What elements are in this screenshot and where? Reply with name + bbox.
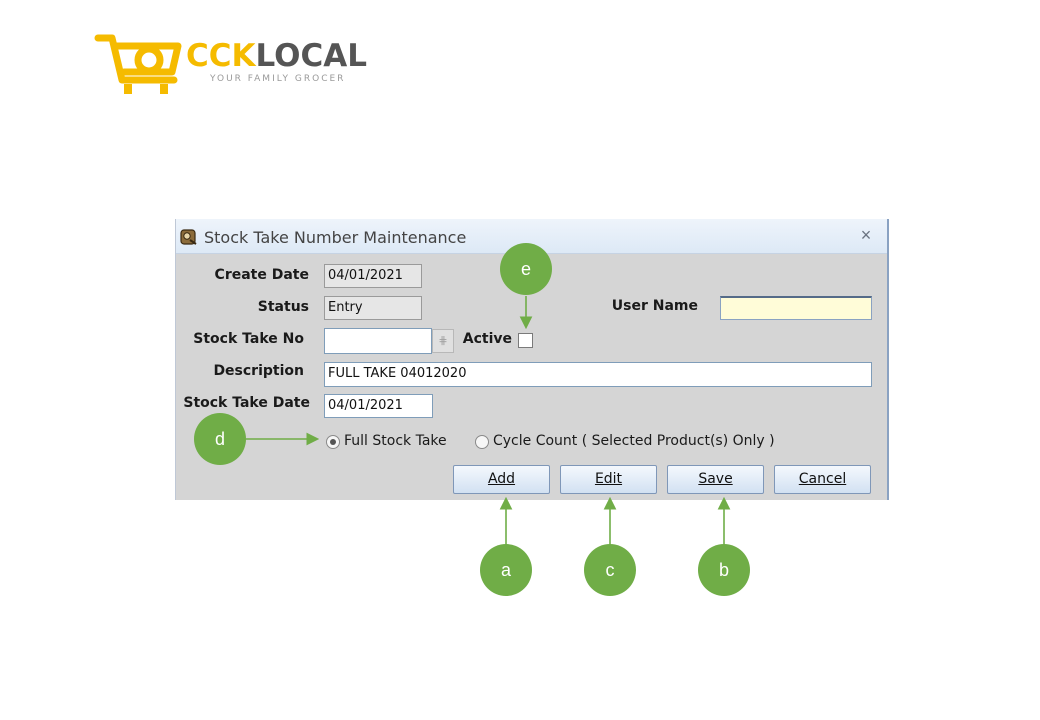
callout-c: c — [584, 544, 636, 596]
callout-arrows — [246, 296, 731, 545]
callout-b: b — [698, 544, 750, 596]
callout-e: e — [500, 243, 552, 295]
callout-d: d — [194, 413, 246, 465]
callout-a: a — [480, 544, 532, 596]
